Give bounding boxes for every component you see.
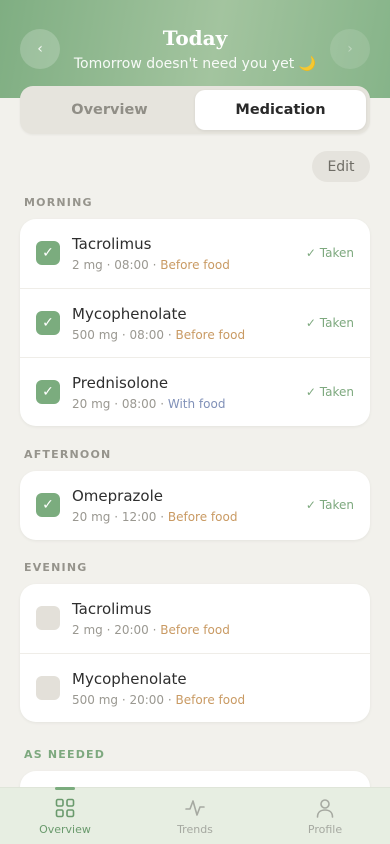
food-instruction: Before food — [175, 328, 246, 342]
edit-button[interactable]: Edit — [312, 151, 370, 182]
nav-item-profile[interactable]: Profile — [260, 788, 390, 844]
dose-time: 20 mg · 08:00 · — [72, 397, 168, 411]
next-day-button[interactable]: › — [330, 29, 370, 69]
dose-time: 500 mg · 20:00 · — [72, 693, 176, 707]
nav-label: Overview — [39, 823, 91, 836]
section-label-as-needed: AS NEEDED — [24, 748, 106, 761]
person-icon — [316, 799, 334, 818]
med-name: Mycophenolate — [72, 670, 187, 688]
dose-checkbox[interactable]: ✓ — [36, 493, 60, 517]
med-row: Tacrolimus 2 mg · 20:00 · Before food — [20, 584, 370, 653]
nav-label: Profile — [307, 823, 343, 836]
dose-checkbox[interactable] — [36, 606, 60, 630]
dose-checkbox[interactable] — [36, 676, 60, 700]
food-instruction: Before food — [160, 258, 230, 272]
med-details: 2 mg · 20:00 · Before food — [72, 623, 230, 637]
dose-checkbox[interactable]: ✓ — [36, 380, 60, 404]
med-row: Mycophenolate 500 mg · 20:00 · Before fo… — [20, 653, 370, 722]
med-details: 500 mg · 20:00 · Before food — [72, 693, 245, 707]
section-label-evening: EVENING — [24, 561, 88, 574]
dose-time: 2 mg · 20:00 · — [72, 623, 161, 637]
med-name: Tacrolimus — [72, 600, 152, 618]
section-label-morning: MORNING — [24, 196, 93, 209]
food-instruction: Before food — [167, 510, 238, 524]
dose-checkbox[interactable]: ✓ — [36, 241, 60, 265]
header: ‹ Today Tomorrow doesn't need you yet 🌙 … — [0, 0, 390, 98]
dose-time: 2 mg · 08:00 · — [72, 258, 161, 272]
med-details: 20 mg · 08:00 · With food — [72, 397, 225, 411]
med-name: Tacrolimus — [72, 235, 152, 253]
view-segmented-control: Overview Medication — [20, 86, 370, 134]
pulse-icon — [185, 800, 205, 816]
med-row: ✓ Omeprazole 20 mg · 12:00 · Before food… — [20, 471, 370, 540]
food-instruction: Before food — [160, 623, 230, 637]
med-name: Prednisolone — [72, 374, 169, 392]
taken-status: ✓ Taken — [305, 385, 354, 399]
med-row: ✓ Tacrolimus 2 mg · 08:00 · Before food … — [20, 219, 370, 288]
dose-time: 500 mg · 08:00 · — [72, 328, 176, 342]
nav-item-trends[interactable]: Trends — [130, 788, 260, 844]
food-instruction: Before food — [175, 693, 246, 707]
taken-status: ✓ Taken — [305, 246, 354, 260]
med-name: Omeprazole — [72, 487, 163, 505]
nav-label: Trends — [177, 823, 213, 836]
med-name: Mycophenolate — [72, 305, 187, 323]
morning-card: ✓ Tacrolimus 2 mg · 08:00 · Before food … — [20, 219, 370, 426]
grid-icon — [55, 798, 75, 818]
med-details: 500 mg · 08:00 · Before food — [72, 328, 245, 342]
med-row: ✓ Mycophenolate 500 mg · 08:00 · Before … — [20, 288, 370, 357]
taken-status: ✓ Taken — [305, 498, 354, 512]
med-details: 2 mg · 08:00 · Before food — [72, 258, 230, 272]
dose-time: 20 mg · 12:00 · — [72, 510, 168, 524]
tab-overview[interactable]: Overview — [24, 90, 195, 130]
section-label-afternoon: AFTERNOON — [24, 448, 112, 461]
active-indicator — [55, 787, 75, 790]
bottom-nav: Overview Trends Profile — [0, 787, 390, 844]
food-instruction: With food — [167, 397, 226, 411]
nav-item-overview[interactable]: Overview — [0, 787, 130, 844]
med-row: ✓ Prednisolone 20 mg · 08:00 · With food… — [20, 357, 370, 426]
med-details: 20 mg · 12:00 · Before food — [72, 510, 237, 524]
chevron-right-icon: › — [347, 41, 353, 57]
afternoon-card: ✓ Omeprazole 20 mg · 12:00 · Before food… — [20, 471, 370, 540]
taken-status: ✓ Taken — [305, 316, 354, 330]
evening-card: Tacrolimus 2 mg · 20:00 · Before food My… — [20, 584, 370, 722]
dose-checkbox[interactable]: ✓ — [36, 311, 60, 335]
tab-medication[interactable]: Medication — [195, 90, 366, 130]
